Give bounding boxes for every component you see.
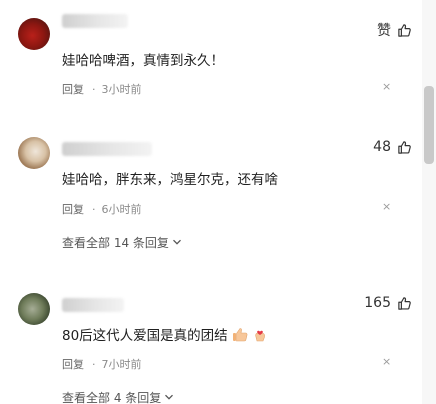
like-label: 赞	[377, 23, 391, 39]
scrollbar-thumb[interactable]	[424, 86, 434, 164]
thumbs-up-icon	[397, 140, 412, 155]
avatar[interactable]	[18, 293, 50, 325]
like-count: 165	[364, 295, 391, 311]
comment-meta: 回复 · 6小时前	[62, 203, 142, 216]
view-all-replies-link[interactable]: 查看全部 14 条回复	[62, 234, 182, 251]
comment-meta: 回复 · 7小时前	[62, 358, 142, 371]
username-blurred[interactable]	[62, 14, 128, 28]
reply-button[interactable]: 回复	[62, 83, 84, 96]
comment-text: 娃哈哈，胖东来，鸿星尔克，还有啥	[62, 172, 278, 188]
like-count: 48	[373, 139, 391, 155]
avatar[interactable]	[18, 137, 50, 169]
like-button[interactable]: 赞	[377, 20, 412, 40]
avatar[interactable]	[18, 18, 50, 50]
timestamp: 3小时前	[101, 83, 142, 96]
comment-meta: 回复 · 3小时前	[62, 83, 142, 96]
comment-text: 娃哈哈啤酒，真情到永久！	[62, 53, 224, 69]
timestamp: 6小时前	[101, 203, 142, 216]
scrollbar-track[interactable]	[422, 0, 436, 404]
like-button[interactable]: 48	[373, 139, 412, 155]
comment-text: 80后这代人爱国是真的团结	[62, 324, 268, 346]
reply-button[interactable]: 回复	[62, 203, 84, 216]
timestamp: 7小时前	[101, 358, 142, 371]
username-blurred[interactable]	[62, 298, 124, 312]
comment-text-body: 80后这代人爱国是真的团结	[62, 328, 228, 344]
thumbs-up-icon	[397, 296, 412, 311]
thumbs-up-icon	[397, 23, 412, 38]
close-icon[interactable]: ×	[382, 200, 391, 213]
chevron-down-icon	[164, 391, 174, 404]
heart-hand-emoji-icon	[252, 327, 268, 346]
username-blurred[interactable]	[62, 142, 152, 156]
view-all-replies-label: 查看全部 4 条回复	[62, 391, 162, 404]
reply-button[interactable]: 回复	[62, 358, 84, 371]
view-all-replies-link[interactable]: 查看全部 4 条回复	[62, 389, 174, 404]
like-button[interactable]: 165	[364, 295, 412, 311]
close-icon[interactable]: ×	[382, 80, 391, 93]
chevron-down-icon	[172, 236, 182, 250]
view-all-replies-label: 查看全部 14 条回复	[62, 236, 169, 250]
thumbs-up-emoji-icon	[232, 327, 248, 346]
close-icon[interactable]: ×	[382, 355, 391, 368]
